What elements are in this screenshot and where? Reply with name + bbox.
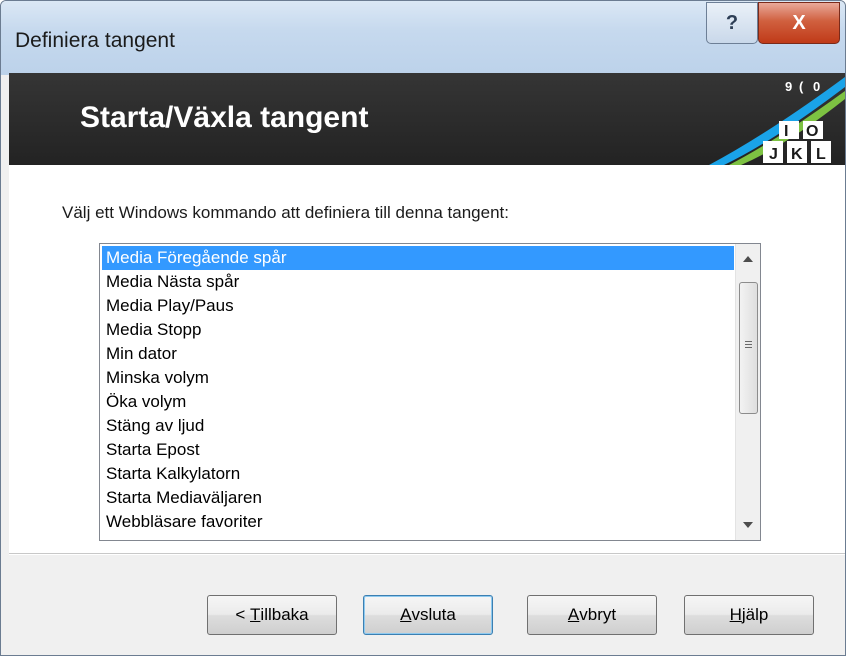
back-button-mnemonic: T (250, 605, 261, 624)
grip-line (745, 347, 752, 348)
grip-line (745, 341, 752, 342)
help-button-mnemonic: H (729, 605, 742, 624)
list-item[interactable]: Media Stopp (102, 318, 734, 342)
list-item[interactable]: Stäng av ljud (102, 414, 734, 438)
logo-key: L (816, 146, 826, 163)
list-item[interactable]: Min dator (102, 342, 734, 366)
back-button-label: illbaka (260, 605, 309, 624)
window-title: Definiera tangent (15, 29, 175, 52)
list-item[interactable]: Webbläsare favoriter (102, 510, 734, 534)
logo-key: O (806, 123, 818, 140)
command-listbox[interactable]: Media Föregående spår Media Nästa spår Med… (99, 243, 761, 541)
list-item[interactable]: Media Nästa spår (102, 270, 734, 294)
button-bar: < Tillbaka Avsluta Avbryt Hjälp (9, 553, 845, 655)
instruction-label: Välj ett Windows kommando att definiera … (62, 203, 509, 222)
help-dialog-button[interactable]: Hjälp (684, 595, 814, 635)
dialog-window: Definiera tangent ? X Starta/Växla tange… (0, 0, 846, 656)
list-item[interactable]: Öka volym (102, 390, 734, 414)
logo-key: K (791, 146, 803, 163)
list-item[interactable]: Starta Kalkylatorn (102, 462, 734, 486)
close-icon: X (792, 11, 806, 34)
finish-button[interactable]: Avsluta (363, 595, 493, 635)
help-button[interactable]: ? (706, 2, 758, 44)
header-banner: Starta/Växla tangent 9 ( 0 I O J K L (9, 73, 845, 165)
help-button-label: jälp (741, 605, 769, 624)
cancel-button-label: vbryt (579, 605, 617, 624)
vertical-scrollbar[interactable] (735, 244, 760, 540)
logo-key: ( (799, 79, 804, 94)
listbox-items: Media Föregående spår Media Nästa spår Med… (102, 246, 734, 534)
logo-key: J (769, 146, 778, 163)
list-item[interactable]: Media Play/Paus (102, 294, 734, 318)
close-button[interactable]: X (758, 2, 840, 44)
logo-key: 0 (813, 79, 820, 94)
list-item[interactable]: Minska volym (102, 366, 734, 390)
cancel-button-mnemonic: A (567, 605, 580, 624)
scrollbar-thumb[interactable] (739, 282, 758, 414)
scroll-down-arrow-icon[interactable] (743, 522, 753, 528)
list-item[interactable]: Media Föregående spår (102, 246, 734, 270)
scroll-up-arrow-icon[interactable] (743, 256, 753, 262)
finish-button-mnemonic: A (400, 605, 412, 624)
logo-key: I (784, 123, 788, 140)
keyboard-logo-icon: 9 ( 0 I O J K L (709, 77, 845, 165)
back-button[interactable]: < Tillbaka (207, 595, 337, 635)
title-bar[interactable]: Definiera tangent ? X (1, 1, 845, 75)
list-item[interactable]: Starta Epost (102, 438, 734, 462)
finish-button-label: vsluta (411, 605, 456, 624)
logo-key: 9 (785, 79, 792, 94)
grip-line (745, 344, 752, 345)
cancel-button[interactable]: Avbryt (527, 595, 657, 635)
question-mark-icon: ? (725, 11, 739, 34)
content-area: Välj ett Windows kommando att definiera … (9, 165, 845, 553)
list-item[interactable]: Starta Mediaväljaren (102, 486, 734, 510)
back-button-prefix: < (235, 605, 251, 624)
